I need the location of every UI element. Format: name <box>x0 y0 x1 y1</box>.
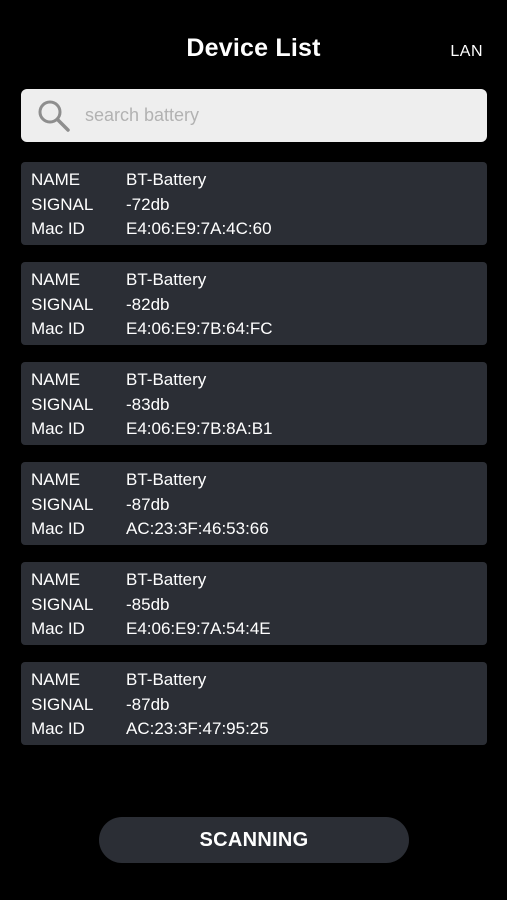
device-name: BT-Battery <box>126 270 207 289</box>
search-input[interactable] <box>85 89 465 142</box>
device-name-row: NAME BT-Battery <box>21 368 487 393</box>
device-card[interactable]: NAME BT-Battery SIGNAL -85db Mac ID E4:0… <box>21 562 487 645</box>
name-label: NAME <box>31 670 81 689</box>
device-mac-row: Mac ID AC:23:3F:46:53:66 <box>21 517 487 542</box>
scan-button[interactable]: SCANNING <box>99 817 409 863</box>
device-signal: -87db <box>126 694 170 714</box>
mac-label: Mac ID <box>31 319 85 338</box>
mac-label: Mac ID <box>31 719 85 738</box>
device-signal-row: SIGNAL -83db <box>21 393 487 418</box>
device-signal: -72db <box>126 194 170 214</box>
device-mac-row: Mac ID E4:06:E9:7A:4C:60 <box>21 217 487 242</box>
name-label: NAME <box>31 570 81 589</box>
device-name-row: NAME BT-Battery <box>21 168 487 193</box>
signal-label: SIGNAL <box>31 194 94 214</box>
device-signal-row: SIGNAL -87db <box>21 493 487 518</box>
device-signal: -85db <box>126 594 170 614</box>
name-label: NAME <box>31 470 81 489</box>
device-name: BT-Battery <box>126 170 207 189</box>
mac-label: Mac ID <box>31 619 85 638</box>
device-name-row: NAME BT-Battery <box>21 268 487 293</box>
device-list: NAME BT-Battery SIGNAL -72db Mac ID E4:0… <box>21 162 487 762</box>
device-name: BT-Battery <box>126 670 207 689</box>
device-signal-row: SIGNAL -87db <box>21 693 487 718</box>
device-name-row: NAME BT-Battery <box>21 668 487 693</box>
device-mac: AC:23:3F:47:95:25 <box>126 719 269 738</box>
device-signal-row: SIGNAL -82db <box>21 293 487 318</box>
device-mac-row: Mac ID E4:06:E9:7B:64:FC <box>21 317 487 342</box>
signal-label: SIGNAL <box>31 594 94 614</box>
device-signal: -87db <box>126 494 170 514</box>
device-card[interactable]: NAME BT-Battery SIGNAL -87db Mac ID AC:2… <box>21 662 487 745</box>
mac-label: Mac ID <box>31 519 85 538</box>
mac-label: Mac ID <box>31 419 85 438</box>
device-mac-row: Mac ID E4:06:E9:7A:54:4E <box>21 617 487 642</box>
header: Device List LAN <box>0 0 507 90</box>
lan-button[interactable]: LAN <box>450 43 483 61</box>
name-label: NAME <box>31 270 81 289</box>
search-icon <box>38 100 70 132</box>
device-card[interactable]: NAME BT-Battery SIGNAL -87db Mac ID AC:2… <box>21 462 487 545</box>
device-signal-row: SIGNAL -85db <box>21 593 487 618</box>
signal-label: SIGNAL <box>31 294 94 314</box>
device-mac: E4:06:E9:7B:8A:B1 <box>126 419 273 438</box>
device-name: BT-Battery <box>126 370 207 389</box>
device-card[interactable]: NAME BT-Battery SIGNAL -83db Mac ID E4:0… <box>21 362 487 445</box>
device-signal: -83db <box>126 394 170 414</box>
page-title: Device List <box>186 34 321 62</box>
device-name: BT-Battery <box>126 470 207 489</box>
device-signal: -82db <box>126 294 170 314</box>
device-mac: E4:06:E9:7A:54:4E <box>126 619 271 638</box>
device-mac-row: Mac ID AC:23:3F:47:95:25 <box>21 717 487 742</box>
search-bar[interactable] <box>21 89 487 142</box>
device-name-row: NAME BT-Battery <box>21 568 487 593</box>
device-mac: AC:23:3F:46:53:66 <box>126 519 269 538</box>
signal-label: SIGNAL <box>31 394 94 414</box>
device-card[interactable]: NAME BT-Battery SIGNAL -72db Mac ID E4:0… <box>21 162 487 245</box>
signal-label: SIGNAL <box>31 694 94 714</box>
signal-label: SIGNAL <box>31 494 94 514</box>
device-mac: E4:06:E9:7B:64:FC <box>126 319 273 338</box>
device-name-row: NAME BT-Battery <box>21 468 487 493</box>
device-mac-row: Mac ID E4:06:E9:7B:8A:B1 <box>21 417 487 442</box>
device-name: BT-Battery <box>126 570 207 589</box>
name-label: NAME <box>31 170 81 189</box>
device-mac: E4:06:E9:7A:4C:60 <box>126 219 272 238</box>
name-label: NAME <box>31 370 81 389</box>
mac-label: Mac ID <box>31 219 85 238</box>
device-card[interactable]: NAME BT-Battery SIGNAL -82db Mac ID E4:0… <box>21 262 487 345</box>
device-signal-row: SIGNAL -72db <box>21 193 487 218</box>
